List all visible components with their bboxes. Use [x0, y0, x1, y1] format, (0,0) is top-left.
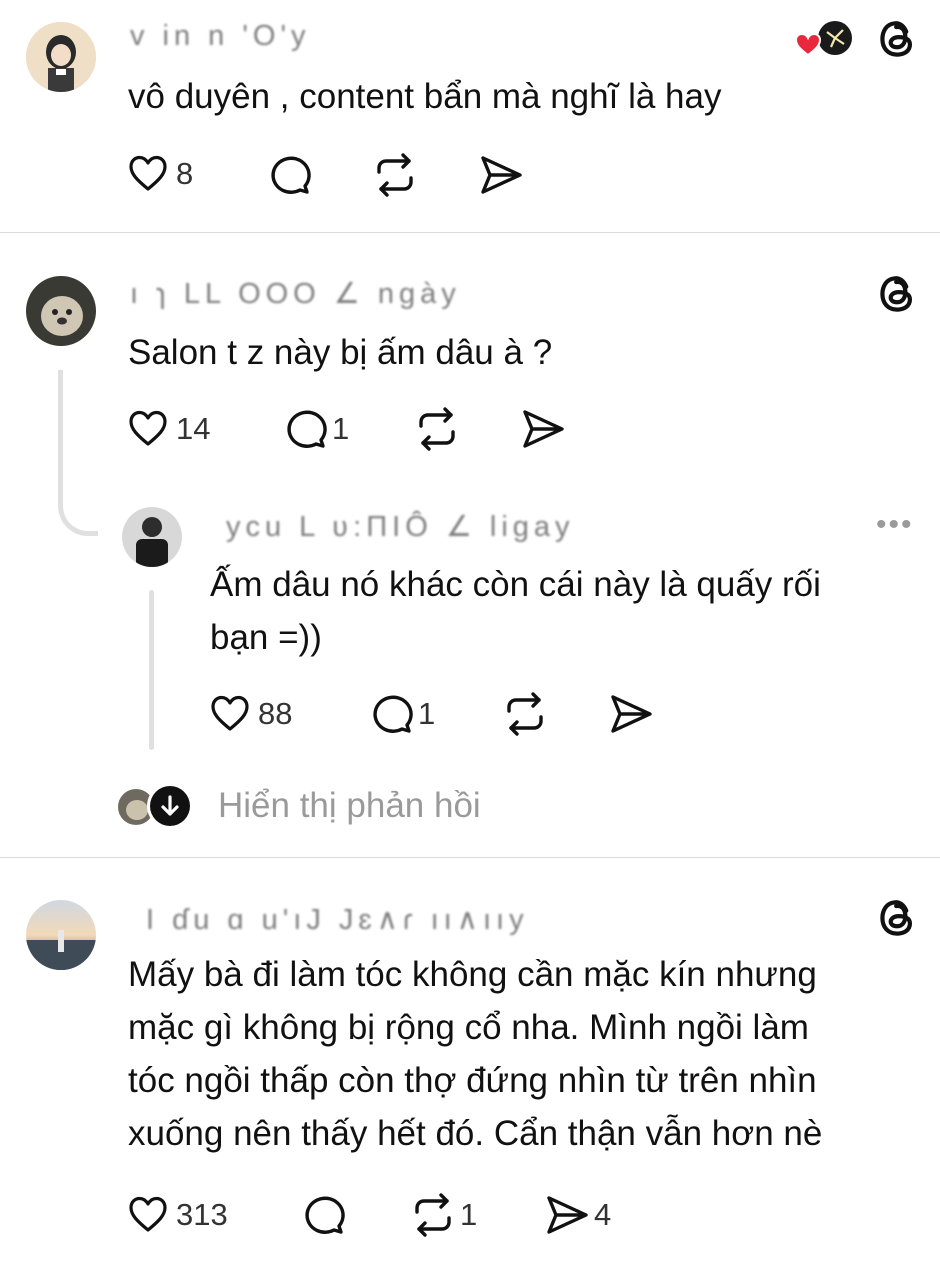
comment-icon [282, 406, 328, 452]
share-icon[interactable] [520, 406, 566, 452]
post-text: vô duyên , content bẩn mà nghĩ là hay [128, 70, 721, 123]
post-text-line: xuống nên thấy hết đó. Cẩn thận vẫn hơn … [128, 1114, 823, 1153]
avatar-image [26, 22, 96, 92]
thread-line [149, 590, 154, 750]
reply-count: 1 [332, 411, 350, 446]
like-button[interactable]: 8 [128, 154, 193, 194]
post-text: Mấy bà đi làm tóc không cần mặc kín nhưn… [128, 948, 822, 1160]
threads-logo-icon[interactable] [876, 896, 920, 940]
post-text-line: vô duyên , content bẩn mà nghĩ là hay [128, 77, 722, 116]
heart-icon [128, 1195, 168, 1235]
repost-icon[interactable] [372, 152, 418, 198]
like-count: 14 [176, 411, 211, 446]
heart-icon [128, 154, 168, 194]
like-count: 8 [176, 156, 194, 191]
repost-button[interactable]: 1 [410, 1192, 477, 1238]
more-icon[interactable]: ••• [876, 508, 914, 542]
username[interactable]: I ɗu ɑ u'ıJ Jɛ∧ɾ ıı∧ııy [146, 902, 529, 937]
threads-logo-icon[interactable] [876, 272, 920, 316]
like-count: 313 [176, 1197, 228, 1232]
post-text: Ấm dâu nó khác còn cái này là quấy rối b… [210, 558, 821, 664]
liked-by-icon [794, 20, 857, 60]
post-text-line: Mấy bà đi làm tóc không cần mặc kín nhưn… [128, 955, 817, 994]
post-text-line: Salon t z này bị ấm dâu à ? [128, 333, 553, 372]
share-icon[interactable] [608, 691, 654, 737]
avatar[interactable] [26, 276, 96, 346]
divider [0, 857, 940, 858]
username[interactable]: v in n 'O'y [130, 20, 311, 53]
username[interactable]: ı ɿ LL OOO ∠ ngày [130, 276, 461, 311]
comment-icon[interactable] [266, 152, 312, 198]
like-button[interactable]: 14 [128, 409, 210, 449]
post-text-line: mặc gì không bị rộng cổ nha. Mình ngồi l… [128, 1008, 809, 1047]
avatar-image [122, 507, 182, 567]
comment-icon [368, 691, 414, 737]
heart-icon [210, 694, 250, 734]
repost-count: 1 [460, 1197, 478, 1232]
show-replies-button[interactable]: Hiển thị phản hồi [116, 782, 536, 832]
arrow-down-icon [150, 786, 190, 826]
divider [0, 232, 940, 233]
avatar[interactable] [26, 900, 96, 970]
thread-connector [58, 370, 98, 536]
avatar-image [26, 900, 96, 970]
avatar[interactable] [122, 507, 182, 567]
reply-count: 1 [418, 696, 436, 731]
avatar[interactable] [26, 22, 96, 92]
username[interactable]: ycu L ʋ:ΠIÔ ∠ ligay [226, 509, 575, 544]
heart-icon [128, 409, 168, 449]
post-text-line: tóc ngồi thấp còn thợ đứng nhìn từ trên … [128, 1061, 817, 1100]
comment-icon[interactable] [300, 1192, 346, 1238]
comment-button[interactable]: 1 [368, 691, 435, 737]
repost-icon[interactable] [414, 406, 460, 452]
avatar-image [26, 276, 96, 346]
share-icon[interactable] [478, 152, 524, 198]
post-text: Salon t z này bị ấm dâu à ? [128, 326, 552, 379]
like-button[interactable]: 88 [210, 694, 292, 734]
post-text-line: bạn =)) [210, 618, 322, 657]
repost-icon [410, 1192, 456, 1238]
share-count: 4 [594, 1197, 612, 1232]
threads-logo-icon[interactable] [876, 17, 920, 61]
post-text-line: Ấm dâu nó khác còn cái này là quấy rối [210, 565, 821, 604]
like-button[interactable]: 313 [128, 1195, 228, 1235]
like-count: 88 [258, 696, 293, 731]
repost-icon[interactable] [502, 691, 548, 737]
show-replies-label: Hiển thị phản hồi [218, 786, 481, 825]
comment-button[interactable]: 1 [282, 406, 349, 452]
share-icon [544, 1192, 590, 1238]
share-button[interactable]: 4 [544, 1192, 611, 1238]
